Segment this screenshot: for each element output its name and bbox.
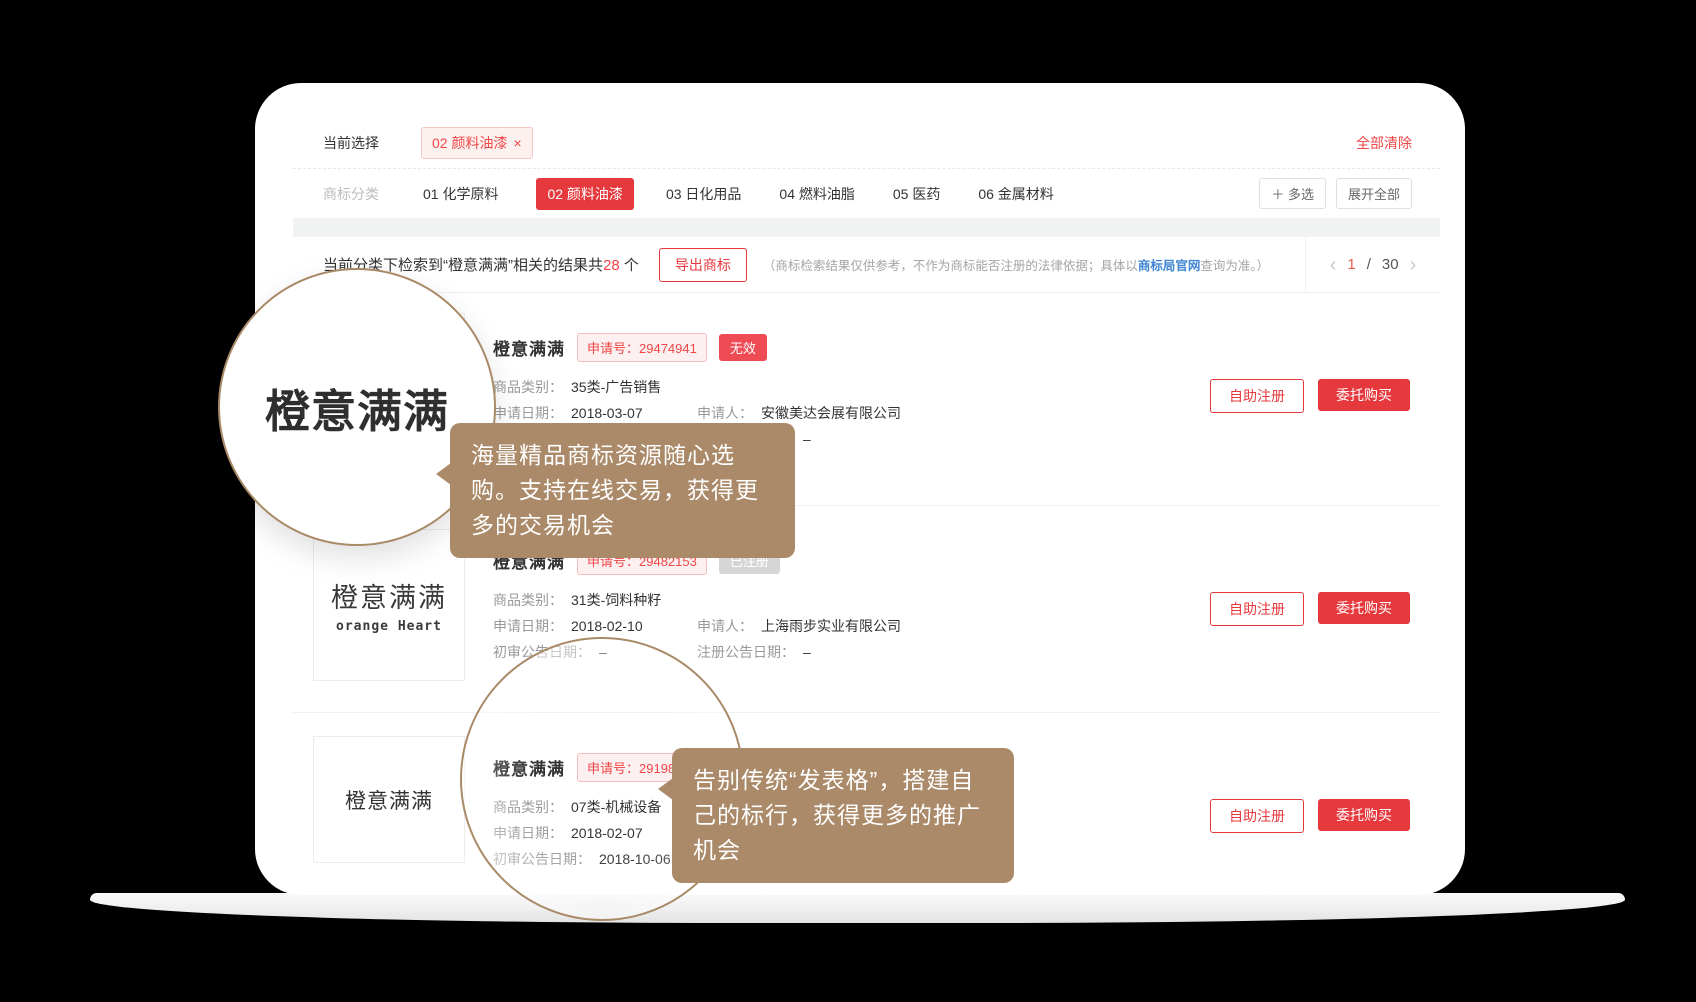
trademark-name: 橙意满满 bbox=[493, 335, 565, 360]
trademark-name: 橙意满满 bbox=[493, 755, 565, 780]
category-label: 商标分类 bbox=[323, 184, 379, 204]
field-label: 申请日期： bbox=[493, 405, 563, 421]
field-value: – bbox=[803, 644, 811, 660]
prev-page-icon[interactable]: ‹ bbox=[1330, 255, 1337, 275]
entrust-buy-button[interactable]: 委托购买 bbox=[1318, 379, 1410, 411]
magnified-trademark-text: 橙意满满 bbox=[265, 375, 449, 440]
registration-publication-field: 注册公告日期：– bbox=[697, 642, 811, 662]
field-value: 2018-10-06 bbox=[599, 851, 671, 867]
apply-date-field: 申请日期： 2018-02-07 bbox=[493, 823, 643, 843]
field-value: 2018-02-07 bbox=[571, 825, 643, 841]
self-register-button[interactable]: 自助注册 bbox=[1210, 799, 1304, 833]
results-count: 28 bbox=[603, 257, 620, 274]
selected-filter-tag[interactable]: 02 颜料油漆 × bbox=[421, 127, 533, 159]
application-number-label: 申请号： bbox=[587, 761, 639, 776]
applicant-field: 申请人： 安徽美达会展有限公司 bbox=[697, 403, 901, 423]
field-label: 注册公告日期： bbox=[697, 644, 795, 660]
field-value: 2018-02-10 bbox=[571, 618, 643, 634]
row-actions: 自助注册 委托购买 bbox=[1210, 592, 1410, 626]
self-register-button[interactable]: 自助注册 bbox=[1210, 592, 1304, 626]
card-gap-band bbox=[293, 218, 1440, 237]
field-value: – bbox=[599, 644, 607, 660]
total-pages: 30 bbox=[1382, 256, 1399, 273]
field-label: 初审公告日期： bbox=[493, 851, 591, 867]
tooltip-promotion: 告别传统“发表格”，搭建自己的标行，获得更多的推广机会 bbox=[672, 748, 1014, 883]
first-publication-field: 初审公告日期： 2018-10-06 bbox=[493, 849, 671, 869]
disclaimer-prefix: （商标检索结果仅供参考，不作为商标能否注册的法律依据；具体以 bbox=[763, 259, 1138, 273]
page-separator: / bbox=[1367, 256, 1371, 273]
category-field: 商品类别： 07类-机械设备 bbox=[493, 797, 661, 817]
field-value: 2018-03-07 bbox=[571, 405, 643, 421]
row-actions: 自助注册 委托购买 bbox=[1210, 379, 1410, 413]
field-value: 35类-广告销售 bbox=[571, 379, 661, 395]
pagination: ‹ 1 / 30 › bbox=[1305, 237, 1440, 292]
results-header: 当前分类下检索到“橙意满满”相关的结果共28 个 导出商标 （商标检索结果仅供参… bbox=[293, 237, 1440, 293]
field-label: 申请人： bbox=[697, 405, 753, 421]
field-label: 商品类别： bbox=[493, 379, 563, 395]
field-value: 安徽美达会展有限公司 bbox=[761, 405, 901, 421]
remove-tag-icon[interactable]: × bbox=[513, 136, 521, 150]
application-number-label: 申请号： bbox=[587, 341, 639, 356]
self-register-button[interactable]: 自助注册 bbox=[1210, 379, 1304, 413]
trademark-office-link[interactable]: 商标局官网 bbox=[1138, 259, 1201, 273]
field-label: 申请日期： bbox=[493, 618, 563, 634]
category-item-04[interactable]: 04 燃料油脂 bbox=[779, 184, 854, 204]
category-item-03[interactable]: 03 日化用品 bbox=[666, 184, 741, 204]
filter-card: 当前选择 02 颜料油漆 × 全部清除 商标分类 01 化学原料 02 颜料油漆… bbox=[293, 118, 1440, 218]
field-value: 31类-饲料种籽 bbox=[571, 592, 661, 608]
clear-all-button[interactable]: 全部清除 bbox=[1356, 133, 1412, 153]
field-label: 商品类别： bbox=[493, 592, 563, 608]
application-number-tag: 申请号：29474941 bbox=[577, 333, 707, 362]
field-label: 申请人： bbox=[697, 618, 753, 634]
trademark-name-line: 橙意满满 申请号：29474941 无效 bbox=[493, 333, 767, 362]
row-actions: 自助注册 委托购买 bbox=[1210, 799, 1410, 833]
field-label: 初审公告日期： bbox=[493, 644, 591, 660]
category-field: 商品类别： 31类-饲料种籽 bbox=[493, 590, 661, 610]
apply-date-field: 申请日期： 2018-03-07 bbox=[493, 403, 643, 423]
current-selection-label: 当前选择 bbox=[323, 133, 379, 153]
tooltip-trade-resources: 海量精品商标资源随心选购。支持在线交易，获得更多的交易机会 bbox=[450, 423, 795, 558]
category-item-02[interactable]: 02 颜料油漆 bbox=[536, 178, 633, 210]
trademark-image-text: 橙意满满 bbox=[331, 576, 447, 615]
first-publication-field: 初审公告日期：– bbox=[493, 642, 607, 662]
disclaimer-suffix: 查询为准。） bbox=[1200, 259, 1269, 273]
expand-all-button[interactable]: 展开全部 bbox=[1336, 178, 1412, 209]
field-label: 申请日期： bbox=[493, 825, 563, 841]
next-page-icon[interactable]: › bbox=[1410, 255, 1417, 275]
entrust-buy-button[interactable]: 委托购买 bbox=[1318, 799, 1410, 831]
trademark-image-text: 橙意满满 bbox=[345, 785, 433, 815]
field-value: 07类-机械设备 bbox=[571, 799, 661, 815]
current-page: 1 bbox=[1347, 256, 1355, 273]
selected-filter-tag-label: 02 颜料油漆 bbox=[432, 133, 507, 153]
field-label: 商品类别： bbox=[493, 799, 563, 815]
trademark-image: 橙意满满 orange Heart bbox=[313, 529, 465, 681]
category-item-06[interactable]: 06 金属材料 bbox=[978, 184, 1053, 204]
category-row: 商标分类 01 化学原料 02 颜料油漆 03 日化用品 04 燃料油脂 05 … bbox=[293, 169, 1440, 218]
laptop-base bbox=[90, 893, 1625, 923]
summary-suffix: 个 bbox=[620, 257, 639, 274]
trademark-image: 橙意满满 bbox=[313, 736, 465, 863]
category-item-01[interactable]: 01 化学原料 bbox=[423, 184, 498, 204]
status-badge: 无效 bbox=[719, 334, 767, 361]
applicant-field: 申请人： 上海雨步实业有限公司 bbox=[697, 616, 901, 636]
category-item-05[interactable]: 05 医药 bbox=[893, 184, 940, 204]
disclaimer-text: （商标检索结果仅供参考，不作为商标能否注册的法律依据；具体以商标局官网查询为准。… bbox=[763, 255, 1305, 274]
export-trademarks-button[interactable]: 导出商标 bbox=[659, 248, 747, 282]
apply-date-field: 申请日期： 2018-02-10 bbox=[493, 616, 643, 636]
multi-select-button[interactable]: ＋ 多选 bbox=[1259, 178, 1326, 209]
category-field: 商品类别： 35类-广告销售 bbox=[493, 377, 661, 397]
current-selection-row: 当前选择 02 颜料油漆 × 全部清除 bbox=[293, 118, 1440, 169]
application-number-value: 29474941 bbox=[639, 341, 697, 356]
trademark-image-subtext: orange Heart bbox=[336, 619, 442, 634]
field-value: – bbox=[803, 431, 811, 447]
field-value: 上海雨步实业有限公司 bbox=[761, 618, 901, 634]
entrust-buy-button[interactable]: 委托购买 bbox=[1318, 592, 1410, 624]
